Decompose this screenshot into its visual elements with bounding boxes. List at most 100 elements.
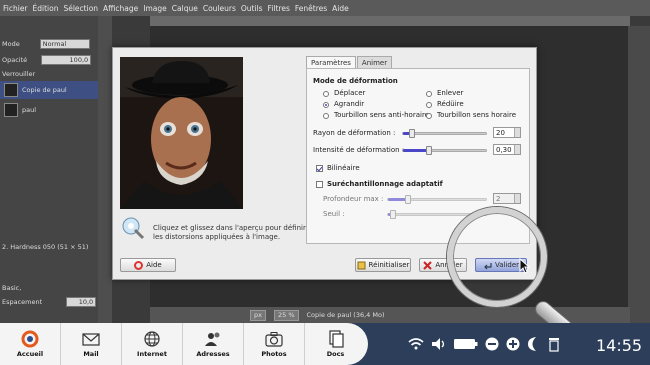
radius-slider-handle[interactable] (409, 129, 415, 138)
intensity-slider[interactable] (402, 146, 487, 155)
menu-windows[interactable]: Fenêtres (295, 4, 327, 13)
radio-grow[interactable] (323, 102, 329, 108)
reset-icon (357, 261, 366, 269)
radio-remove[interactable] (426, 91, 432, 97)
mode-label: Mode (2, 40, 20, 48)
tab-animate[interactable]: Animer (356, 56, 393, 68)
dock-docs[interactable]: Docs (305, 323, 366, 365)
intensity-value: 0,30 (496, 145, 512, 154)
radio-swirl-ccw[interactable] (323, 113, 329, 119)
image-preview[interactable] (120, 57, 243, 209)
menu-view[interactable]: Affichage (103, 4, 138, 13)
night-mode-icon[interactable] (527, 336, 541, 352)
contacts-icon (205, 332, 220, 346)
radio-move[interactable] (323, 91, 329, 97)
help-button[interactable]: Aide (120, 258, 176, 272)
brush-mode: Basic, (2, 284, 22, 292)
radius-slider[interactable] (402, 129, 487, 138)
brush-mode-row: Basic, (2, 282, 21, 294)
dialog-tabs: Paramètres Animer (306, 56, 393, 68)
dock-mail[interactable]: Mail (61, 323, 122, 365)
vertical-scrollbar[interactable] (628, 26, 650, 323)
menu-tools[interactable]: Outils (241, 4, 263, 13)
lifebuoy-icon (134, 260, 144, 270)
help-button-label: Aide (146, 261, 162, 269)
dock-internet-label: Internet (137, 350, 167, 358)
clock: 14:55 (596, 336, 643, 355)
spin-arrows-icon[interactable] (514, 128, 520, 137)
portrait-preview-image (120, 57, 243, 209)
brush-row: 2. Hardness 050 (51 × 51) (2, 241, 88, 253)
lock-row: Verrouiller (2, 68, 35, 80)
dock-contacts[interactable]: Adresses (183, 323, 244, 365)
depth-value: 2 (496, 194, 501, 203)
zoom-in-icon[interactable] (506, 337, 520, 351)
layer-thumbnail (4, 83, 18, 97)
mouse-pointer-icon (519, 258, 531, 274)
menu-select[interactable]: Sélection (63, 4, 98, 13)
radio-shrink[interactable] (426, 102, 432, 108)
preview-hint: Cliquez et glissez dans l'aperçu pour dé… (153, 224, 306, 241)
radio-swirl-cw-label: Tourbillon sens horaire (437, 111, 517, 119)
menu-file[interactable]: Fichier (3, 4, 28, 13)
brush-name: 2. Hardness 050 (51 × 51) (2, 243, 89, 251)
depth-slider[interactable] (387, 195, 487, 204)
radio-swirl-ccw-label: Tourbillon sens anti-horaire (334, 111, 429, 119)
globe-icon (144, 331, 160, 347)
battery-icon[interactable] (454, 338, 478, 350)
unit-select[interactable]: px (250, 309, 266, 321)
opacity-field[interactable]: 100,0 (41, 55, 92, 65)
dock-contacts-label: Adresses (196, 350, 230, 358)
intensity-spinbox[interactable]: 0,30 (493, 144, 521, 155)
layer-name: paul (22, 106, 37, 114)
threshold-slider-handle[interactable] (390, 210, 396, 219)
radio-grow-label: Agrandir (334, 100, 365, 108)
app-dock: Accueil Mail Internet Adresses Photos Do… (0, 323, 368, 365)
menu-colors[interactable]: Couleurs (203, 4, 236, 13)
gimp-menubar: Fichier Édition Sélection Affichage Imag… (0, 0, 650, 16)
bilinear-checkbox[interactable] (316, 165, 323, 172)
layer-row[interactable]: paul (0, 101, 98, 119)
menu-help[interactable]: Aide (332, 4, 349, 13)
dock-home[interactable]: Accueil (0, 323, 61, 365)
supersampling-checkbox[interactable] (316, 181, 323, 188)
radius-label: Rayon de déformation : (313, 129, 396, 137)
radius-value: 20 (496, 128, 505, 137)
depth-spinbox[interactable]: 2 (493, 193, 521, 204)
documents-icon (328, 330, 344, 348)
depth-slider-handle[interactable] (405, 195, 411, 204)
layers-dock: Mode Normal Opacité 100,0 Verrouiller Co… (0, 16, 112, 323)
spin-arrows-icon[interactable] (514, 145, 520, 154)
trash-icon[interactable] (548, 336, 560, 352)
menu-edit[interactable]: Édition (33, 4, 59, 13)
radio-swirl-cw[interactable] (426, 113, 432, 119)
dock-photos[interactable]: Photos (244, 323, 305, 365)
camera-icon (265, 332, 283, 347)
threshold-label: Seuil : (323, 210, 345, 218)
intensity-slider-handle[interactable] (426, 146, 432, 155)
info-bulb-icon (122, 217, 145, 240)
wifi-icon[interactable] (408, 337, 424, 351)
zoom-out-icon[interactable] (485, 337, 499, 351)
system-tray (408, 323, 560, 365)
menu-layer[interactable]: Calque (172, 4, 198, 13)
layer-name: Copie de paul (22, 86, 67, 94)
radius-spinbox[interactable]: 20 (493, 127, 521, 138)
radio-move-label: Déplacer (334, 89, 366, 97)
depth-label: Profondeur max : (323, 195, 384, 203)
spin-arrows-icon[interactable] (514, 194, 520, 203)
mode-select[interactable]: Normal (39, 39, 90, 49)
dock-side-tabs (98, 16, 112, 323)
spacing-field[interactable]: 10,0 (66, 297, 97, 307)
horizontal-ruler (150, 16, 630, 26)
menu-filters[interactable]: Filtres (268, 4, 290, 13)
layer-row[interactable]: Copie de paul (0, 81, 98, 99)
reset-button[interactable]: Réinitialiser (355, 258, 411, 272)
mode-heading: Mode de déformation (313, 77, 398, 85)
dock-internet[interactable]: Internet (122, 323, 183, 365)
tab-parameters[interactable]: Paramètres (306, 56, 356, 68)
zoom-select[interactable]: 25 % (273, 309, 299, 321)
home-logo-icon (21, 330, 39, 348)
menu-image[interactable]: Image (143, 4, 167, 13)
volume-icon[interactable] (431, 337, 447, 351)
